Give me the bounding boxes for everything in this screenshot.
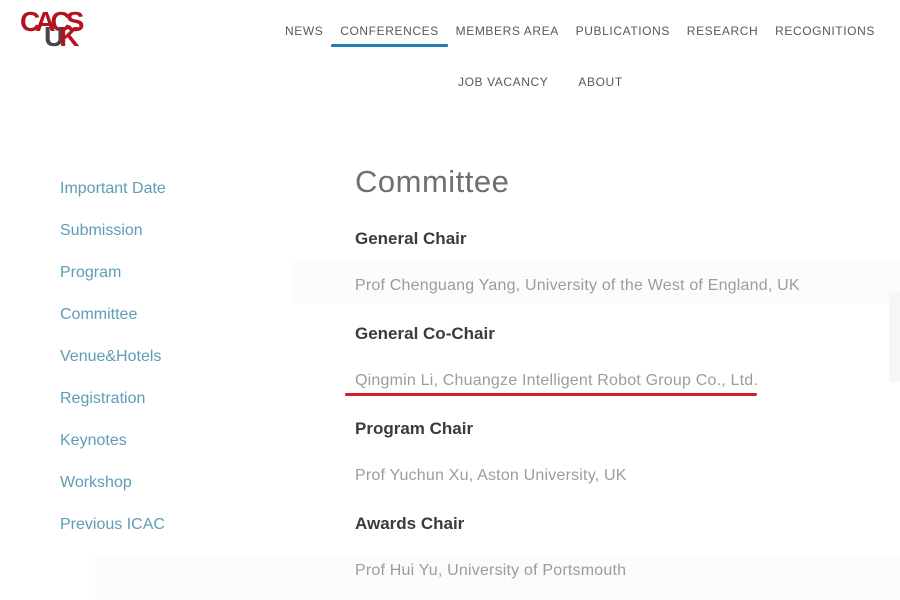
member-general-chair: Prof Chenguang Yang, University of the W… (355, 276, 900, 296)
sidebar-item-previous-icac[interactable]: Previous ICAC (60, 516, 260, 533)
sidebar-item-keynotes[interactable]: Keynotes (60, 432, 260, 449)
active-tab-underline (331, 44, 448, 47)
member-general-co-chair: Qingmin Li, Chuangze Intelligent Robot G… (355, 371, 900, 391)
conference-sidebar: Important Date Submission Program Commit… (60, 180, 260, 558)
nav-item-news[interactable]: NEWS (285, 25, 323, 38)
sidebar-item-workshop[interactable]: Workshop (60, 474, 260, 491)
sidebar-item-important-date[interactable]: Important Date (60, 180, 260, 197)
sidebar-item-registration[interactable]: Registration (60, 390, 260, 407)
nav-item-label: CONFERENCES (340, 24, 439, 38)
nav-item-members-area[interactable]: MEMBERS AREA (456, 25, 559, 38)
secondary-navigation: JOB VACANCY ABOUT (458, 76, 623, 89)
nav-item-conferences[interactable]: CONFERENCES (340, 25, 439, 38)
sidebar-item-venue-hotels[interactable]: Venue&Hotels (60, 348, 260, 365)
nav-item-recognitions[interactable]: RECOGNITIONS (775, 25, 875, 38)
page-title: Committee (355, 163, 900, 201)
member-program-chair: Prof Yuchun Xu, Aston University, UK (355, 466, 900, 486)
member-awards-chair: Prof Hui Yu, University of Portsmouth (355, 561, 900, 581)
sidebar-item-submission[interactable]: Submission (60, 222, 260, 239)
role-heading-program-chair: Program Chair (355, 419, 900, 439)
role-heading-general-chair: General Chair (355, 229, 900, 249)
red-annotation-underline (345, 393, 757, 396)
sidebar-item-committee[interactable]: Committee (60, 306, 260, 323)
cacs-uk-logo[interactable]: CACS UK (20, 8, 90, 60)
role-heading-general-co-chair: General Co-Chair (355, 324, 900, 344)
sidebar-item-program[interactable]: Program (60, 264, 260, 281)
primary-navigation: NEWS CONFERENCES MEMBERS AREA PUBLICATIO… (285, 25, 875, 38)
nav-item-job-vacancy[interactable]: JOB VACANCY (458, 76, 548, 89)
nav-item-research[interactable]: RESEARCH (687, 25, 758, 38)
nav-item-publications[interactable]: PUBLICATIONS (576, 25, 670, 38)
nav-item-about[interactable]: ABOUT (578, 76, 622, 89)
logo-bottom-text: UK (44, 23, 90, 51)
role-heading-awards-chair: Awards Chair (355, 514, 900, 534)
committee-content: Committee General Chair Prof Chenguang Y… (355, 163, 900, 581)
page: CACS UK NEWS CONFERENCES MEMBERS AREA PU… (0, 0, 900, 600)
